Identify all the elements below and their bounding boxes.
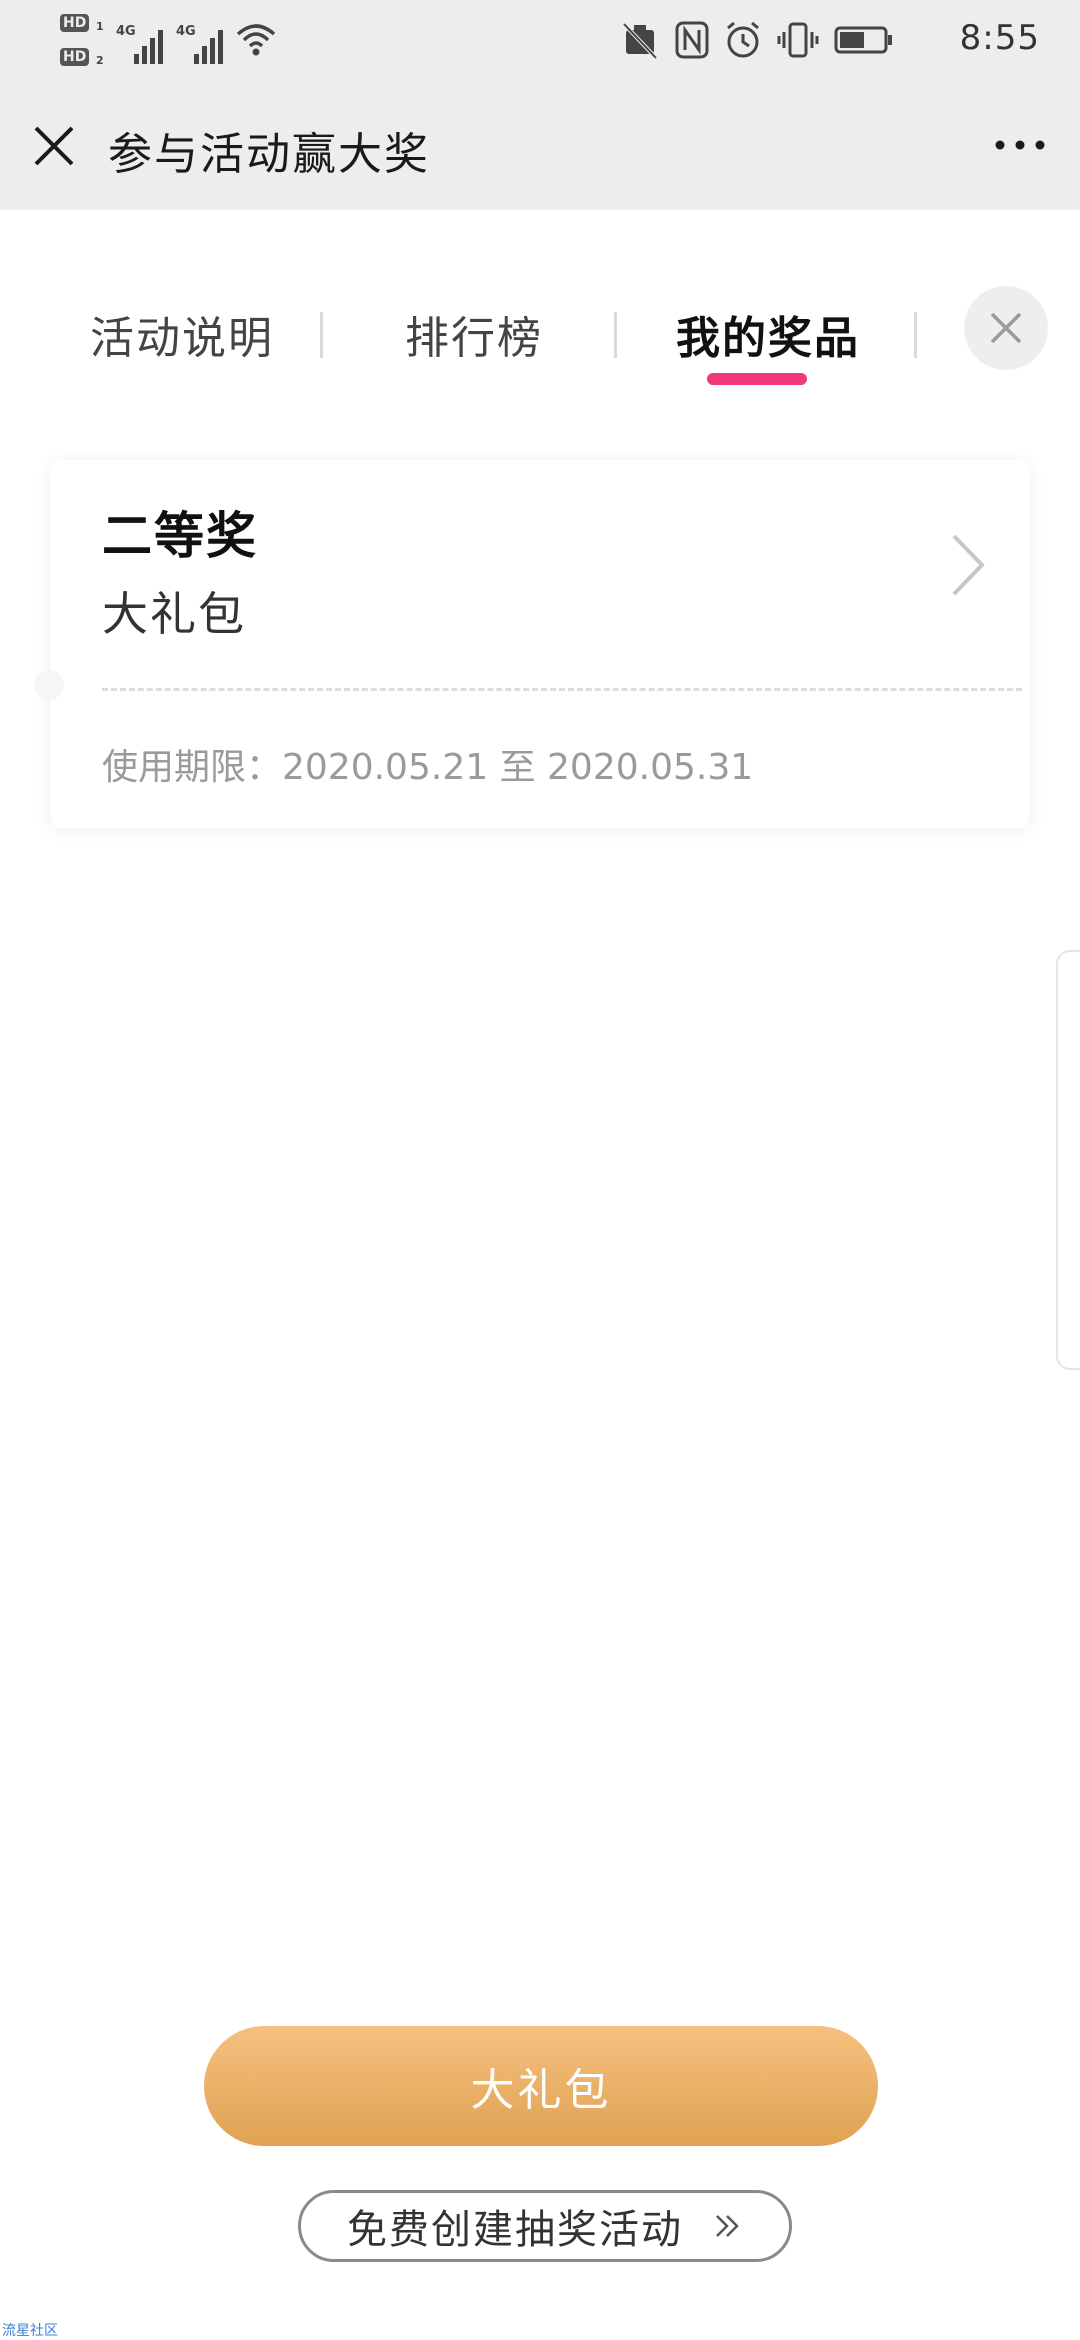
page-title: 参与活动赢大奖 <box>108 129 430 180</box>
status-time: 8:55 <box>959 18 1040 58</box>
active-tab-indicator <box>707 373 807 385</box>
validity-period: 使用期限：2020.05.21 至 2020.05.31 <box>102 747 754 788</box>
side-drawer-handle[interactable] <box>1056 950 1080 1370</box>
hd2-label: HD <box>60 48 90 66</box>
no-sim-icon <box>622 22 658 60</box>
tab-separator <box>614 312 617 358</box>
prize-level: 二等奖 <box>102 507 258 565</box>
gift-pack-button[interactable]: 大礼包 <box>204 2026 878 2146</box>
hd1-number: 1 <box>96 20 104 33</box>
hd-indicator: HD 1 HD 2 <box>60 10 110 70</box>
close-icon <box>990 312 1022 344</box>
close-icon[interactable] <box>30 122 78 170</box>
tab-activity-info[interactable]: 活动说明 <box>90 302 274 366</box>
hd1-label: HD <box>60 14 90 32</box>
create-lottery-button[interactable]: 免费创建抽奖活动 <box>298 2190 792 2262</box>
signal-bars-icon <box>194 24 228 64</box>
prize-name: 大礼包 <box>102 587 246 641</box>
tab-my-prizes[interactable]: 我的奖品 <box>676 302 860 366</box>
create-lottery-button-label: 免费创建抽奖活动 <box>347 2207 683 2253</box>
battery-icon <box>834 26 892 54</box>
card-notch <box>34 670 64 700</box>
gift-pack-button-label: 大礼包 <box>470 2065 612 2116</box>
tab-separator <box>320 312 323 358</box>
network-type-1: 4G <box>116 24 136 39</box>
chevron-right-icon <box>952 534 985 596</box>
alarm-icon <box>727 21 759 58</box>
network-type-2: 4G <box>176 24 196 39</box>
wifi-icon <box>236 24 276 56</box>
vibrate-icon <box>777 22 819 58</box>
tab-ranking[interactable]: 排行榜 <box>405 302 543 366</box>
status-right: 8:55 <box>620 0 1040 80</box>
signal-bars-icon <box>134 24 168 64</box>
status-bar: HD 1 HD 2 4G 4G 8:55 <box>0 0 1080 80</box>
hd2-number: 2 <box>96 54 104 67</box>
panel-close-button[interactable] <box>964 286 1048 370</box>
prize-card[interactable]: 二等奖 大礼包 使用期限：2020.05.21 至 2020.05.31 <box>34 460 1030 828</box>
tab-bar: 活动说明 排行榜 我的奖品 <box>0 210 1080 410</box>
more-icon[interactable] <box>990 130 1050 160</box>
watermark: 流星社区 <box>2 2323 58 2339</box>
tab-separator <box>914 312 917 358</box>
double-chevron-right-icon <box>716 2215 739 2237</box>
nfc-icon <box>675 21 709 59</box>
nav-bar: 参与活动赢大奖 <box>0 80 1080 210</box>
card-divider <box>102 688 1022 691</box>
